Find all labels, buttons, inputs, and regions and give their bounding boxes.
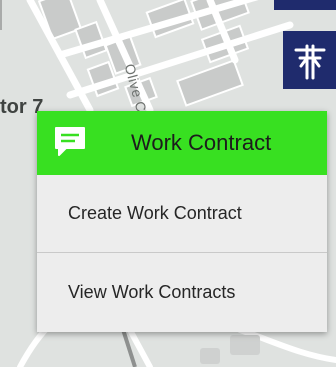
menu-title: Work Contract <box>131 130 272 155</box>
top-toolbar-strip <box>274 0 336 10</box>
menu-item-view-work-contracts[interactable]: View Work Contracts <box>37 253 327 332</box>
message-icon <box>55 127 85 156</box>
work-contract-menu: Work Contract Create Work Contract View … <box>37 111 327 332</box>
utility-pole-icon <box>294 44 325 80</box>
utility-pole-button[interactable] <box>283 31 336 89</box>
menu-header: Work Contract <box>37 111 327 175</box>
menu-item-create-work-contract[interactable]: Create Work Contract <box>37 175 327 252</box>
